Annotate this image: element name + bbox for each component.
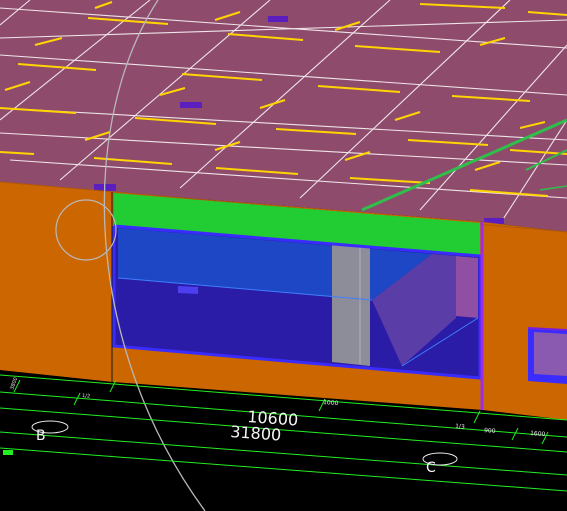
origin-marker (3, 450, 13, 455)
glass-side (456, 256, 478, 318)
wall-left[interactable] (0, 182, 113, 382)
steel-column[interactable] (332, 244, 370, 366)
dimension-small-right-a: 900 (484, 427, 496, 435)
dimension-small-right-b: 1600 (530, 430, 546, 438)
dimension-tiny-2: 1/2 (82, 393, 90, 400)
grid-label-b: B (36, 428, 46, 444)
wall-right[interactable] (483, 222, 567, 420)
right-window[interactable] (527, 327, 567, 384)
dimension-overall: 31800 (230, 422, 282, 445)
model-canvas[interactable]: 1000 900 1600 1/3 1/2 3800 10600 31800 B… (0, 0, 567, 511)
roof-marker (268, 16, 288, 22)
dimension-small-left: 1000 (323, 399, 339, 407)
roof-marker (180, 102, 202, 108)
model-viewport[interactable]: 1000 900 1600 1/3 1/2 3800 10600 31800 B… (0, 0, 567, 511)
opening-detail (178, 286, 198, 294)
grid-label-c: C (426, 460, 436, 476)
dimension-tiny-1: 1/3 (455, 423, 465, 431)
